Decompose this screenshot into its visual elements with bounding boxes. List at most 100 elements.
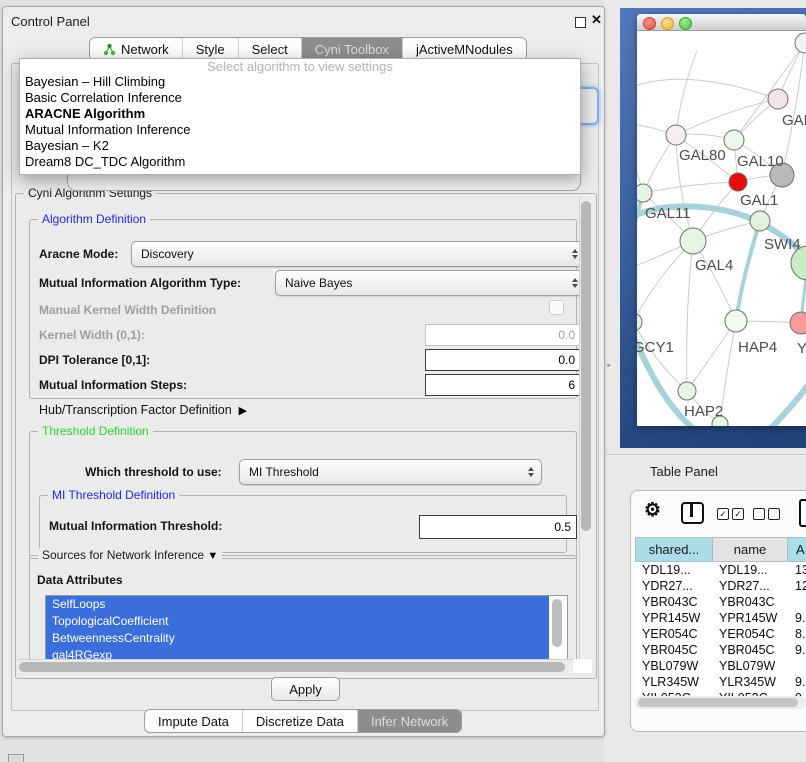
aracne-mode-combo[interactable]: Discovery bbox=[131, 241, 586, 267]
scrollbar-thumb[interactable] bbox=[19, 662, 565, 672]
dpi-tolerance-field[interactable]: 0.0 bbox=[425, 349, 581, 371]
node-label: GAL bbox=[782, 112, 806, 129]
tab-impute-data[interactable]: Impute Data bbox=[145, 710, 242, 732]
list-vertical-scrollbar[interactable] bbox=[552, 599, 562, 647]
node-HAP2[interactable] bbox=[678, 382, 696, 400]
table-panel: ⚙ ✓ ✓ shared... name A YDL19...YDL19...1… bbox=[630, 490, 806, 732]
node-label: Y bbox=[797, 340, 806, 357]
table-row[interactable]: YER054CYER054C8. bbox=[635, 626, 806, 642]
network-canvas[interactable]: GAL GAL80 GAL10 GAL1 GAL11 SWI4 GAL4 GCY… bbox=[637, 31, 806, 426]
dpi-tolerance-label: DPI Tolerance [0,1]: bbox=[39, 353, 150, 367]
column-header-name[interactable]: name bbox=[713, 537, 788, 562]
zoom-button[interactable] bbox=[679, 17, 692, 30]
column-header-partial[interactable]: A bbox=[788, 537, 806, 562]
algorithm-definition-title: Algorithm Definition bbox=[38, 212, 150, 226]
settings-vertical-scrollbar[interactable] bbox=[579, 197, 593, 659]
unchecked-box-icon bbox=[753, 508, 765, 520]
select-all-icon[interactable]: ✓ ✓ bbox=[717, 508, 744, 520]
table-row[interactable]: YBR045CYBR045C9. bbox=[635, 642, 806, 658]
node-GAL80[interactable] bbox=[666, 125, 686, 145]
bottom-left-panel-icon[interactable] bbox=[8, 754, 24, 762]
node-SWI4[interactable] bbox=[750, 211, 770, 231]
tab-infer-network[interactable]: Infer Network bbox=[357, 710, 461, 732]
mi-algorithm-type-combo[interactable]: Naive Bayes bbox=[275, 270, 586, 296]
column-header-shared-name[interactable]: shared... bbox=[635, 537, 713, 562]
node-GAL1[interactable] bbox=[729, 173, 747, 191]
tab-select[interactable]: Select bbox=[238, 38, 301, 60]
scrollbar-thumb[interactable] bbox=[638, 698, 798, 707]
dropdown-item[interactable]: Dream8 DC_TDC Algorithm bbox=[20, 154, 580, 170]
node-label: GAL11 bbox=[645, 205, 691, 222]
node-labels: GAL GAL80 GAL10 GAL1 GAL11 SWI4 GAL4 GCY… bbox=[637, 112, 806, 420]
algorithm-dropdown-popup: Select algorithm to view settings Bayesi… bbox=[19, 58, 581, 175]
mi-threshold-field[interactable]: 0.5 bbox=[419, 515, 577, 539]
data-attributes-list[interactable]: SelfLoops TopologicalCoefficient Between… bbox=[45, 595, 568, 661]
tab-discretize-data[interactable]: Discretize Data bbox=[242, 710, 357, 732]
manual-kernel-width-checkbox[interactable] bbox=[549, 300, 564, 315]
aracne-mode-label: Aracne Mode: bbox=[39, 247, 118, 261]
expand-right-icon: ▶ bbox=[239, 404, 247, 417]
threshold-definition-title: Threshold Definition bbox=[38, 424, 153, 438]
close-icon[interactable]: ✕ bbox=[591, 12, 602, 28]
network-view-window[interactable]: GAL GAL80 GAL10 GAL1 GAL11 SWI4 GAL4 GCY… bbox=[637, 14, 806, 426]
node-label: GCY1 bbox=[637, 339, 674, 356]
node-GAL11[interactable] bbox=[637, 184, 652, 202]
node-label: HAP2 bbox=[684, 403, 723, 420]
scrollbar-thumb[interactable] bbox=[581, 201, 591, 531]
network-window-titlebar[interactable] bbox=[637, 14, 806, 31]
apply-button[interactable]: Apply bbox=[271, 677, 340, 701]
collapse-down-icon[interactable]: ▼ bbox=[207, 550, 218, 562]
mi-steps-field[interactable]: 6 bbox=[425, 374, 581, 396]
node-gal-partial[interactable] bbox=[768, 89, 788, 109]
tab-jactivemnodules[interactable]: jActiveMNodules bbox=[402, 38, 526, 60]
combo-stepper-icon bbox=[572, 278, 578, 288]
network-icon bbox=[103, 43, 116, 56]
list-item-selected[interactable]: SelfLoops bbox=[46, 596, 549, 613]
dropdown-item-highlighted[interactable]: ARACNE Algorithm bbox=[20, 106, 580, 122]
float-window-icon[interactable] bbox=[575, 17, 586, 28]
minimize-button[interactable] bbox=[661, 17, 674, 30]
kernel-width-field[interactable]: 0.0 bbox=[425, 324, 581, 346]
node-label: GAL1 bbox=[740, 192, 778, 209]
settings-horizontal-scrollbar[interactable] bbox=[17, 659, 573, 674]
tab-style[interactable]: Style bbox=[182, 38, 238, 60]
column-layout-icon[interactable] bbox=[681, 502, 704, 524]
table-row[interactable]: YLR345WYLR345W9. bbox=[635, 674, 806, 690]
table-header-row: shared... name A bbox=[635, 537, 806, 562]
node-salmon[interactable] bbox=[790, 312, 806, 334]
list-item-selected[interactable]: TopologicalCoefficient bbox=[46, 613, 549, 630]
table-body[interactable]: YDL19...YDL19...13 YDR27...YDR27...12 YB… bbox=[635, 562, 806, 696]
panel-splitter-handle[interactable]: ‣ bbox=[606, 361, 612, 372]
combo-stepper-icon bbox=[528, 467, 534, 477]
deselect-all-icon[interactable] bbox=[753, 508, 780, 520]
dropdown-prompt: Select algorithm to view settings bbox=[20, 59, 580, 74]
node-top-right[interactable] bbox=[795, 33, 806, 53]
sources-group-title: Sources for Network Inference ▼ bbox=[38, 548, 222, 562]
table-panel-title: Table Panel bbox=[650, 464, 718, 479]
tab-network[interactable]: Network bbox=[90, 38, 182, 60]
node-HAP4[interactable] bbox=[725, 310, 747, 332]
node-GCY1[interactable] bbox=[637, 313, 642, 331]
table-horizontal-scrollbar[interactable] bbox=[635, 696, 806, 709]
table-row[interactable]: YBL079WYBL079W bbox=[635, 658, 806, 674]
dropdown-item[interactable]: Bayesian – Hill Climbing bbox=[20, 74, 580, 90]
network-edges-highlighted[interactable] bbox=[637, 193, 806, 426]
dropdown-item[interactable]: Basic Correlation Inference bbox=[20, 90, 580, 106]
control-panel-title: Control Panel bbox=[11, 14, 90, 29]
dropdown-item[interactable]: Bayesian – K2 bbox=[20, 138, 580, 154]
document-icon[interactable] bbox=[799, 499, 806, 527]
gear-icon[interactable]: ⚙ bbox=[644, 499, 661, 522]
checked-box-icon: ✓ bbox=[732, 508, 744, 520]
hub-tf-definition-toggle[interactable]: Hub/Transcription Factor Definition ▶ bbox=[39, 403, 247, 417]
table-row[interactable]: YDL19...YDL19...13 bbox=[635, 562, 806, 578]
dropdown-item[interactable]: Mutual Information Inference bbox=[20, 122, 580, 138]
table-row[interactable]: YPR145WYPR145W9. bbox=[635, 610, 806, 626]
node-GAL10[interactable] bbox=[724, 130, 744, 150]
node-GAL4[interactable] bbox=[680, 228, 706, 254]
table-row[interactable]: YBR043CYBR043C bbox=[635, 594, 806, 610]
tab-cyni-toolbox[interactable]: Cyni Toolbox bbox=[301, 38, 402, 60]
table-row[interactable]: YDR27...YDR27...12 bbox=[635, 578, 806, 594]
which-threshold-combo[interactable]: MI Threshold bbox=[239, 459, 542, 485]
close-button[interactable] bbox=[643, 17, 656, 30]
list-item-selected[interactable]: BetweennessCentrality bbox=[46, 630, 549, 647]
